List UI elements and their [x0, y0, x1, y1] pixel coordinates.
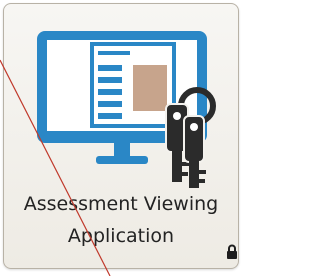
- tile-label-line2: Application: [67, 225, 175, 247]
- lock-icon: [227, 244, 237, 259]
- computer-monitor-keys-icon: [37, 31, 216, 188]
- tile-label-line1: Assessment Viewing: [23, 193, 219, 215]
- tile-label: Assessment Viewing Application: [4, 188, 238, 252]
- app-tile[interactable]: Assessment Viewing Application: [3, 3, 239, 269]
